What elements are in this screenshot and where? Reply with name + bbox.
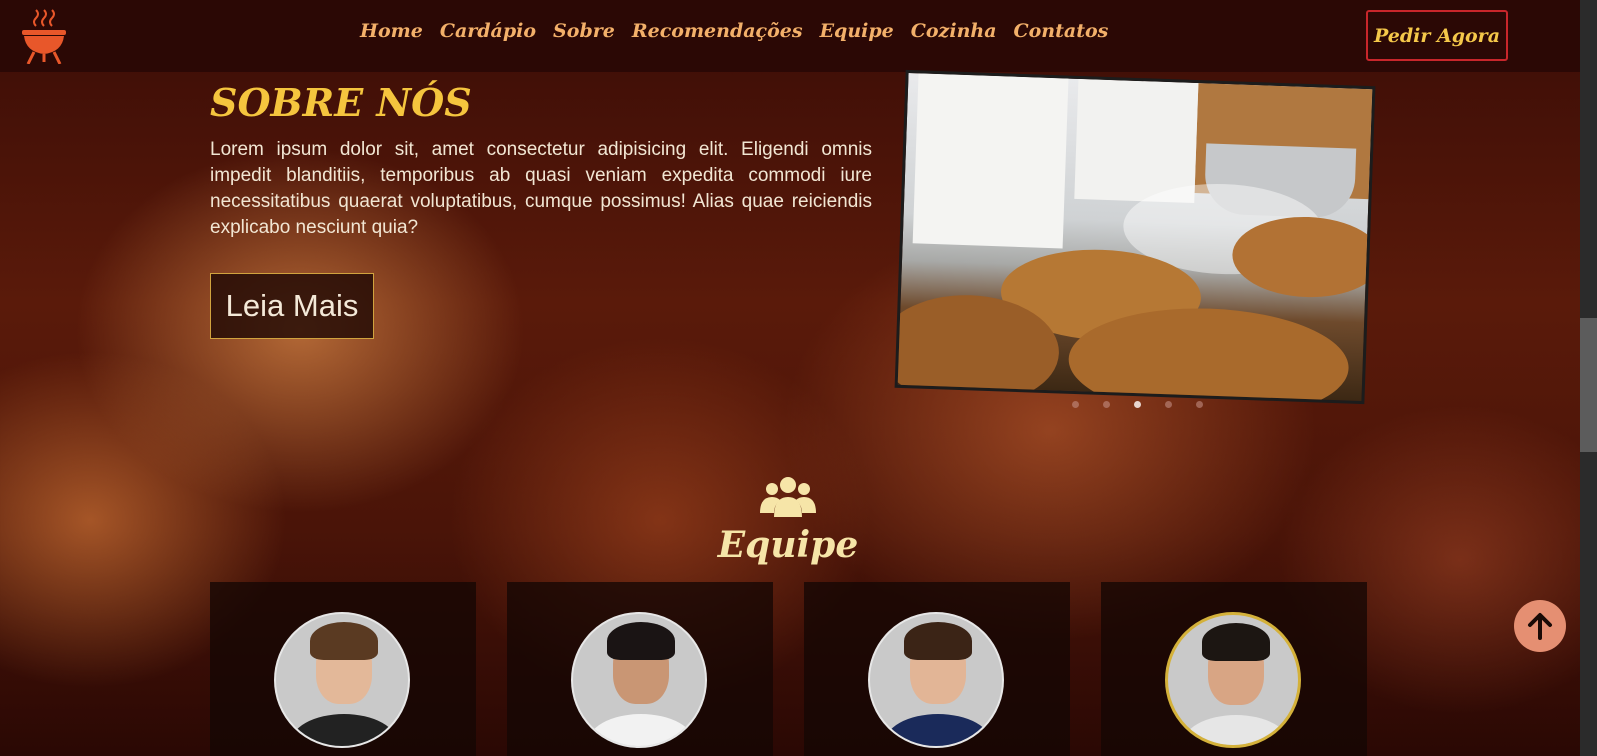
team-avatar xyxy=(1165,612,1301,748)
carousel-dot[interactable] xyxy=(1196,401,1203,408)
team-card xyxy=(804,582,1070,756)
nav-link-equipe[interactable]: Equipe xyxy=(820,20,894,42)
avatar-shoulders xyxy=(290,714,398,746)
carousel-dots xyxy=(1072,401,1203,408)
nav-link-cozinha[interactable]: Cozinha xyxy=(911,20,997,42)
carousel-dot[interactable] xyxy=(1134,401,1141,408)
carousel-dot[interactable] xyxy=(1072,401,1079,408)
avatar-hair xyxy=(607,622,675,660)
about-title: SOBRE NÓS xyxy=(210,80,472,125)
scroll-to-top-button[interactable] xyxy=(1514,600,1566,652)
users-icon xyxy=(760,475,816,519)
avatar-hair xyxy=(1202,623,1270,661)
avatar-shoulders xyxy=(884,714,992,746)
team-card xyxy=(1101,582,1367,756)
photo-board xyxy=(1231,214,1376,300)
nav-links: Home Cardápio Sobre Recomendações Equipe… xyxy=(360,20,1108,42)
avatar-shoulders xyxy=(587,714,695,746)
carousel-dot[interactable] xyxy=(1165,401,1172,408)
nav-link-recomendacoes[interactable]: Recomendações xyxy=(632,20,803,42)
nav-link-home[interactable]: Home xyxy=(360,20,423,42)
team-avatar xyxy=(274,612,410,748)
nav-link-cardapio[interactable]: Cardápio xyxy=(440,20,536,42)
avatar-shoulders xyxy=(1182,715,1290,745)
nav-link-sobre[interactable]: Sobre xyxy=(553,20,615,42)
avatar-hair xyxy=(310,622,378,660)
order-now-button[interactable]: Pedir Agora xyxy=(1366,10,1508,61)
nav-link-contatos[interactable]: Contatos xyxy=(1014,20,1109,42)
carousel-dot[interactable] xyxy=(1103,401,1110,408)
team-card xyxy=(507,582,773,756)
carousel-image xyxy=(894,69,1376,405)
scrollbar-thumb[interactable] xyxy=(1580,318,1597,452)
read-more-button[interactable]: Leia Mais xyxy=(210,273,374,339)
team-card xyxy=(210,582,476,756)
team-avatar xyxy=(571,612,707,748)
photo-chef xyxy=(1074,78,1199,204)
team-avatar xyxy=(868,612,1004,748)
navbar: Home Cardápio Sobre Recomendações Equipe… xyxy=(0,0,1597,72)
avatar-hair xyxy=(904,622,972,660)
about-text: Lorem ipsum dolor sit, amet consectetur … xyxy=(210,139,872,238)
team-title: Equipe xyxy=(717,524,859,566)
grill-icon[interactable] xyxy=(20,8,68,65)
arrow-up-icon xyxy=(1528,613,1552,640)
photo-chef-sleeve xyxy=(912,73,1069,249)
